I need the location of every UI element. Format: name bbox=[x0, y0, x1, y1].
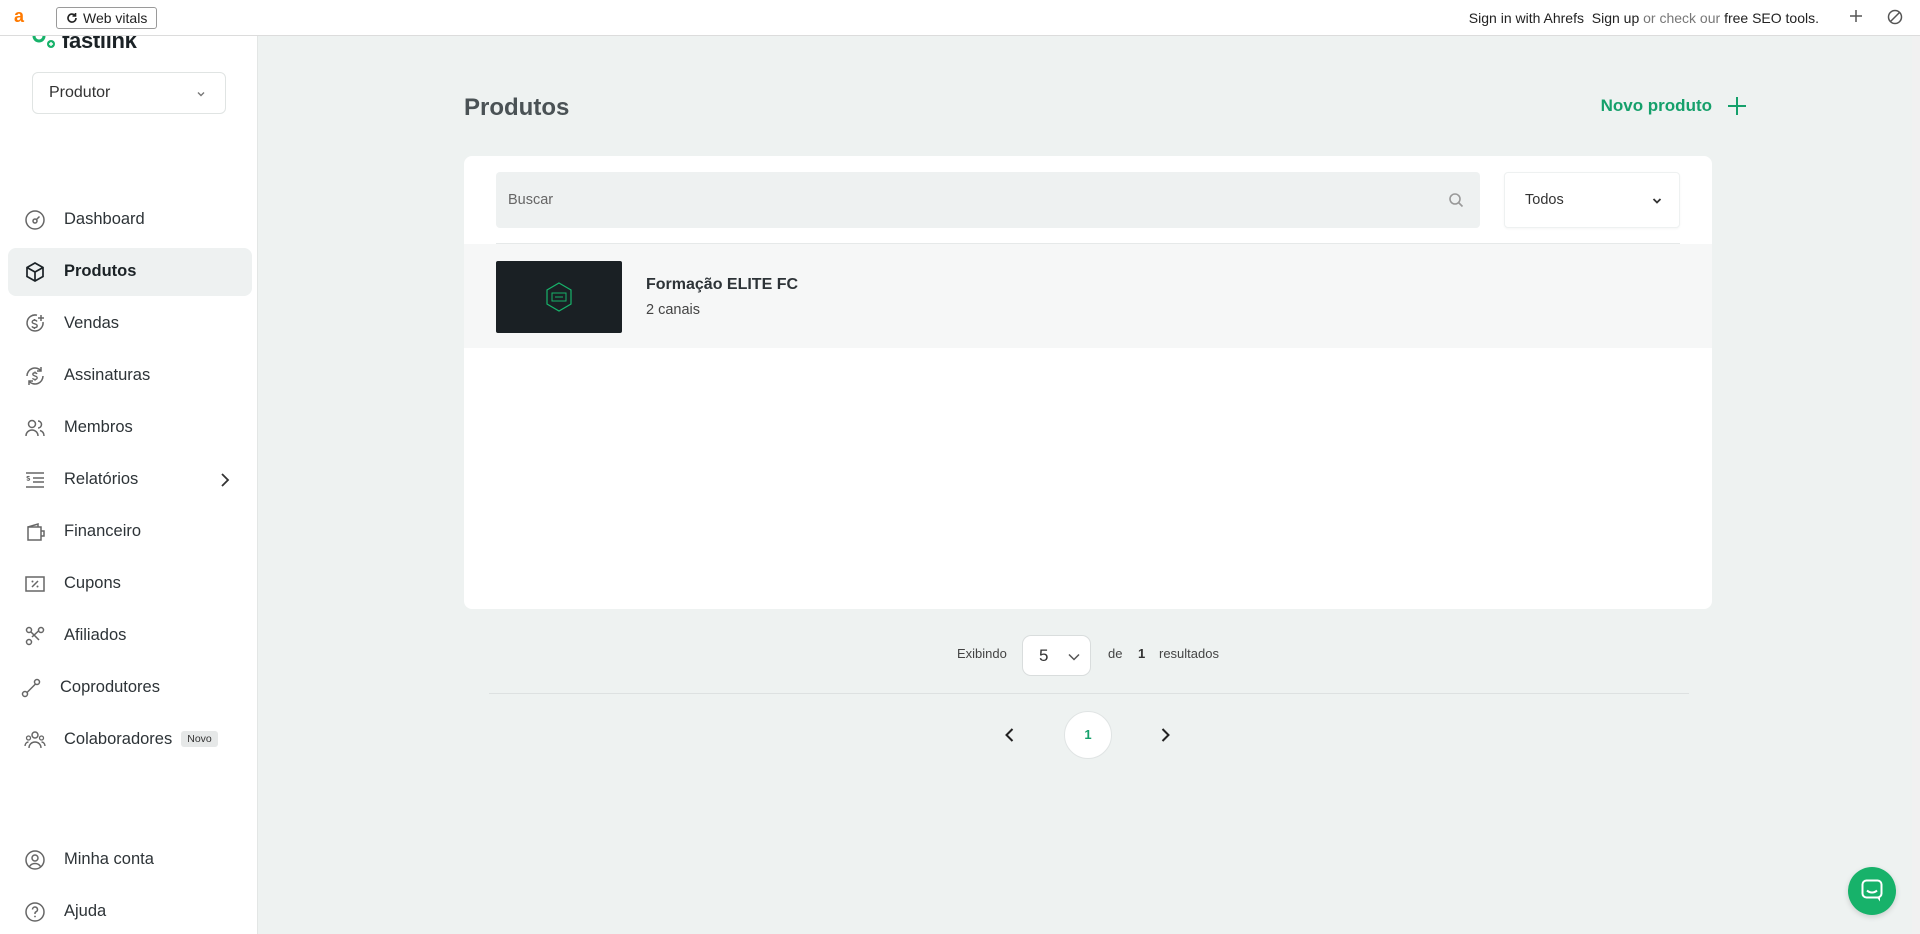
role-select-value: Produtor bbox=[49, 84, 111, 101]
product-thumbnail bbox=[496, 261, 622, 333]
brand-name: fastlink bbox=[62, 36, 137, 53]
product-name: Formação ELITE FC bbox=[646, 276, 799, 293]
chevron-down-icon bbox=[197, 92, 205, 97]
status-filter-value: Todos bbox=[1525, 192, 1564, 208]
product-list-item[interactable]: Formação ELITE FC 2 canais bbox=[464, 244, 1712, 348]
sidebar: fastlink Produtor Dashboard Produtos Ven… bbox=[0, 36, 258, 934]
scrollbar[interactable] bbox=[1912, 36, 1920, 934]
user-circle-icon bbox=[25, 850, 45, 870]
product-channels: 2 canais bbox=[646, 302, 701, 318]
chevron-left-icon[interactable] bbox=[1001, 726, 1019, 744]
sidebar-item-label: Dashboard bbox=[64, 210, 145, 228]
help-circle-icon bbox=[25, 902, 45, 922]
sidebar-item-label: Vendas bbox=[64, 314, 120, 332]
dashboard-icon bbox=[25, 210, 45, 230]
chat-icon bbox=[1861, 879, 1883, 902]
page-number-button[interactable]: 1 bbox=[1064, 711, 1112, 759]
sidebar-item-label: Cupons bbox=[64, 574, 121, 592]
product-logo-icon bbox=[546, 282, 572, 312]
chevron-down-icon bbox=[1652, 198, 1662, 204]
sidebar-item-assinaturas[interactable]: Assinaturas bbox=[8, 352, 252, 400]
extension-bar: a Web vitals Sign in with Ahrefs Sign up… bbox=[0, 0, 1920, 36]
web-vitals-button[interactable]: Web vitals bbox=[56, 7, 158, 29]
sidebar-item-label: Afiliados bbox=[64, 626, 127, 644]
plus-icon[interactable] bbox=[1848, 8, 1864, 24]
chevron-down-icon bbox=[1068, 653, 1080, 661]
sidebar-item-ajuda[interactable]: Ajuda bbox=[8, 888, 252, 934]
sidebar-item-cupons[interactable]: Cupons bbox=[8, 560, 252, 608]
search-icon[interactable] bbox=[1448, 192, 1464, 208]
per-page-value: 5 bbox=[1039, 646, 1049, 665]
sidebar-item-produtos[interactable]: Produtos bbox=[8, 248, 252, 296]
sidebar-item-label: Coprodutores bbox=[60, 678, 160, 696]
results-label: resultados bbox=[1159, 646, 1219, 661]
per-page-select[interactable]: 5 bbox=[1022, 635, 1091, 676]
dollar-refresh-icon bbox=[26, 367, 44, 385]
or-check-text: or check our bbox=[1643, 10, 1721, 26]
reload-icon bbox=[67, 13, 77, 23]
page-title: Produtos bbox=[464, 94, 570, 121]
list-icon bbox=[26, 472, 44, 488]
bottom-nav: Minha conta Ajuda bbox=[8, 836, 252, 934]
disable-icon[interactable] bbox=[1886, 8, 1904, 26]
sidebar-item-label: Produtos bbox=[64, 262, 137, 280]
of-label: de bbox=[1108, 646, 1123, 661]
fastlink-logo-icon bbox=[32, 36, 55, 48]
sidebar-item-colaboradores-text: Colaboradores Novo bbox=[64, 730, 218, 749]
new-product-button[interactable]: Novo produto bbox=[1600, 96, 1746, 116]
sidebar-item-label: Assinaturas bbox=[64, 366, 151, 384]
sidebar-item-membros[interactable]: Membros bbox=[8, 404, 252, 452]
sidebar-item-label: Membros bbox=[64, 418, 133, 436]
search-box bbox=[496, 172, 1480, 228]
status-filter-select[interactable]: Todos bbox=[1504, 172, 1680, 228]
sign-up-link[interactable]: Sign up bbox=[1592, 10, 1639, 26]
sidebar-item-vendas[interactable]: Vendas bbox=[8, 300, 252, 348]
chat-button[interactable] bbox=[1848, 867, 1896, 915]
web-vitals-label: Web vitals bbox=[83, 10, 148, 26]
dollar-plus-icon bbox=[26, 314, 44, 332]
search-input[interactable] bbox=[496, 172, 1480, 228]
ahrefs-account-links: Sign in with Ahrefs Sign up or check our… bbox=[1469, 10, 1819, 26]
coupon-icon bbox=[25, 576, 45, 592]
link-icon bbox=[21, 678, 41, 698]
affiliates-icon bbox=[25, 626, 45, 646]
sidebar-item-financeiro[interactable]: Financeiro bbox=[8, 508, 252, 556]
showing-label: Exibindo bbox=[957, 646, 1007, 661]
users-icon bbox=[25, 419, 45, 437]
sidebar-item-label: Relatórios bbox=[64, 470, 139, 488]
box-icon bbox=[26, 262, 44, 282]
wallet-icon bbox=[27, 522, 45, 541]
pagination-divider bbox=[489, 693, 1689, 694]
role-select[interactable]: Produtor bbox=[32, 72, 226, 114]
sidebar-item-label: Financeiro bbox=[64, 522, 142, 540]
products-card: Todos Formação ELITE FC 2 canais bbox=[464, 156, 1712, 609]
chevron-right-icon[interactable] bbox=[1156, 726, 1174, 744]
free-seo-tools-link[interactable]: free SEO tools. bbox=[1724, 10, 1819, 26]
new-product-label: Novo produto bbox=[1600, 96, 1712, 115]
sidebar-item-dashboard[interactable]: Dashboard bbox=[8, 196, 252, 244]
sidebar-item-coprodutores[interactable]: Coprodutores bbox=[8, 664, 252, 712]
sidebar-item-label: Colaboradores bbox=[64, 730, 173, 748]
new-badge: Novo bbox=[181, 731, 218, 747]
brand-logo[interactable]: fastlink bbox=[0, 36, 258, 56]
chevron-right-icon bbox=[221, 473, 230, 487]
sidebar-item-colaboradores[interactable]: Colaboradores Novo bbox=[8, 716, 252, 764]
sign-in-link[interactable]: Sign in with Ahrefs bbox=[1469, 10, 1584, 26]
sidebar-item-minha-conta[interactable]: Minha conta bbox=[8, 836, 252, 884]
plus-icon bbox=[1728, 97, 1746, 115]
sidebar-item-afiliados[interactable]: Afiliados bbox=[8, 612, 252, 660]
main-nav: Dashboard Produtos Vendas Assinaturas Me… bbox=[8, 196, 252, 768]
sidebar-item-label: Ajuda bbox=[64, 902, 107, 920]
sidebar-item-label: Minha conta bbox=[64, 850, 154, 868]
sidebar-item-relatorios[interactable]: Relatórios bbox=[8, 456, 252, 504]
total-count: 1 bbox=[1138, 646, 1146, 661]
team-icon bbox=[24, 731, 46, 749]
ahrefs-logo[interactable]: a bbox=[14, 7, 30, 25]
